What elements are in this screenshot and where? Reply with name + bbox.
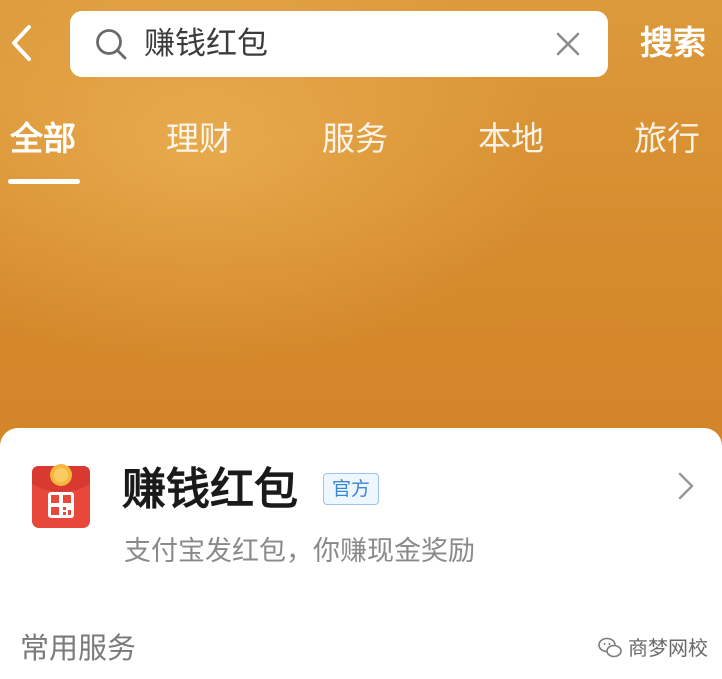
result-description: 支付宝发红包，你赚现金奖励	[124, 536, 475, 567]
active-tab-indicator	[8, 179, 80, 184]
tab-finance[interactable]: 理财	[166, 115, 232, 163]
category-tabs: 全部 理财 服务 本地 旅行	[0, 115, 722, 195]
tab-services[interactable]: 服务	[322, 115, 388, 163]
chevron-left-icon	[12, 25, 31, 61]
tab-local[interactable]: 本地	[478, 115, 544, 163]
search-input[interactable]	[144, 24, 524, 64]
result-item[interactable]: 赚钱红包 官方 支付宝发红包，你赚现金奖励	[0, 428, 722, 588]
official-badge: 官方	[323, 473, 380, 505]
result-title: 赚钱红包	[122, 464, 298, 515]
search-icon	[96, 29, 127, 60]
close-icon[interactable]	[554, 30, 582, 58]
back-button[interactable]	[2, 18, 42, 68]
section-title-common-services: 常用服务	[20, 631, 137, 665]
tab-all[interactable]: 全部	[10, 115, 76, 163]
wechat-icon	[598, 637, 622, 658]
search-box[interactable]	[70, 11, 608, 77]
tab-travel[interactable]: 旅行	[634, 115, 700, 163]
watermark: 商梦网校	[598, 634, 708, 662]
chevron-right-icon	[678, 472, 694, 500]
red-envelope-qr-icon	[32, 464, 90, 528]
search-button[interactable]: 搜索	[640, 20, 706, 66]
watermark-text: 商梦网校	[628, 636, 708, 660]
